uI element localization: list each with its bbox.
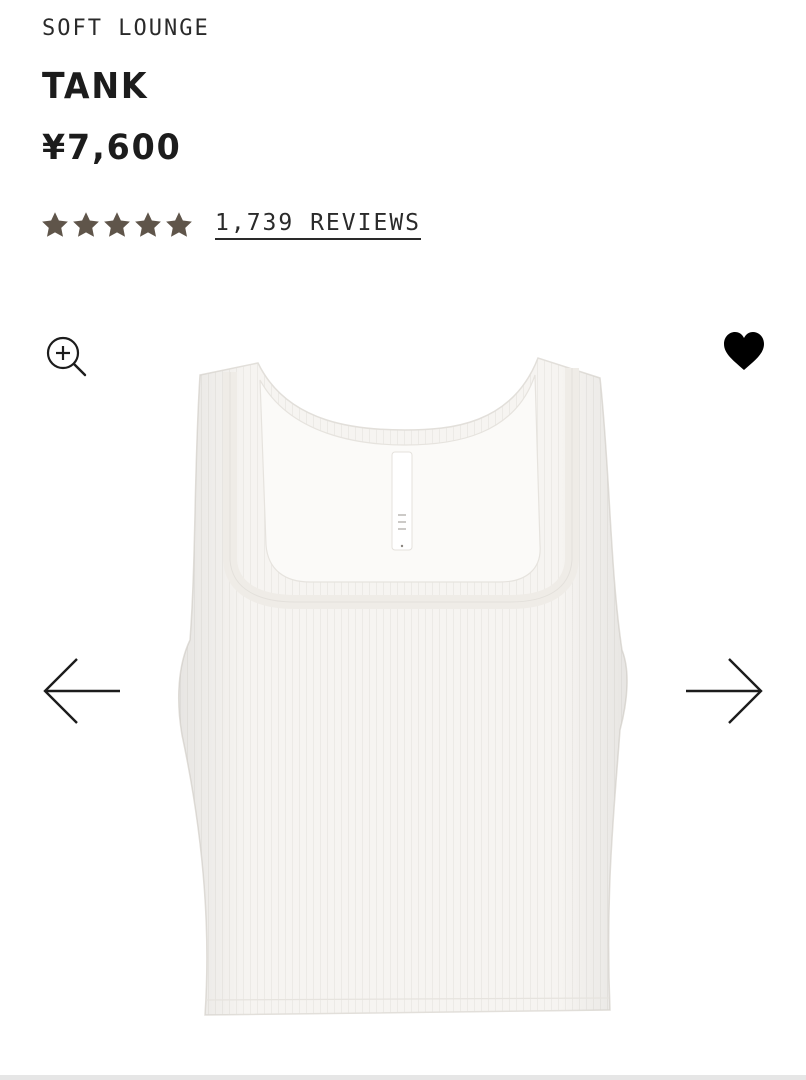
star-icon bbox=[135, 212, 161, 237]
product-collection: SOFT LOUNGE bbox=[42, 16, 210, 41]
star-icon bbox=[73, 212, 99, 237]
product-price: ¥7,600 bbox=[42, 128, 182, 168]
product-title: TANK bbox=[42, 66, 149, 107]
arrow-right-icon bbox=[686, 658, 763, 724]
reviews-link[interactable]: 1,739 REVIEWS bbox=[215, 210, 422, 240]
favorite-button[interactable] bbox=[722, 330, 766, 374]
tank-top-illustration bbox=[178, 357, 628, 1016]
next-image-button[interactable] bbox=[684, 655, 764, 727]
rating-summary: 1,739 REVIEWS bbox=[40, 205, 422, 245]
heart-filled-icon bbox=[724, 332, 764, 370]
star-icon bbox=[166, 212, 192, 237]
previous-image-button[interactable] bbox=[42, 655, 122, 727]
star-rating bbox=[40, 210, 194, 240]
product-image[interactable] bbox=[170, 350, 640, 1040]
arrow-left-icon bbox=[43, 658, 120, 724]
zoom-button[interactable] bbox=[44, 334, 88, 378]
bottom-divider bbox=[0, 1075, 806, 1080]
star-icon bbox=[42, 212, 68, 237]
zoom-in-icon bbox=[46, 336, 87, 377]
star-icon bbox=[104, 212, 130, 237]
